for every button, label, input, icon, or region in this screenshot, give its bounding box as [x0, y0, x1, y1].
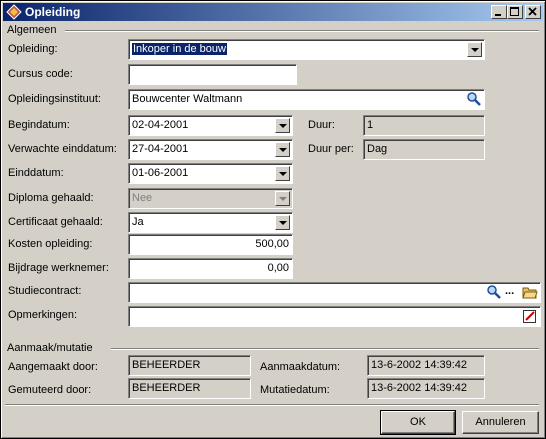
- certificaat-label: Certificaat gehaald:: [8, 216, 103, 228]
- diploma-label: Diploma gehaald:: [8, 192, 94, 204]
- duur-label: Duur:: [308, 119, 335, 131]
- opleiding-label: Opleiding:: [8, 43, 58, 55]
- certificaat-value: Ja: [132, 216, 144, 228]
- chevron-down-icon[interactable]: [275, 142, 290, 157]
- mutatiedatum-field: 13-6-2002 14:39:42: [367, 378, 485, 399]
- dialog-window: Opleiding Algemeen Opleiding: Inkoper in…: [0, 0, 546, 439]
- aangemaakt-door-field: BEHEERDER: [128, 355, 251, 376]
- verwachte-einddatum-value: 27-04-2001: [132, 143, 189, 155]
- begindatum-picker[interactable]: 02-04-2001: [128, 115, 293, 136]
- title-bar[interactable]: Opleiding: [3, 3, 543, 21]
- search-icon[interactable]: [466, 91, 482, 108]
- certificaat-select[interactable]: Ja: [128, 212, 293, 233]
- chevron-down-icon[interactable]: [275, 166, 290, 181]
- kosten-label: Kosten opleiding:: [8, 238, 93, 250]
- chevron-down-icon[interactable]: [275, 118, 290, 133]
- cancel-button[interactable]: Annuleren: [462, 411, 539, 434]
- gemuteerd-door-field: BEHEERDER: [128, 378, 251, 399]
- app-icon: [6, 4, 22, 20]
- verwachte-einddatum-picker[interactable]: 27-04-2001: [128, 139, 293, 160]
- aangemaakt-door-label: Aangemaakt door:: [8, 361, 98, 373]
- ok-button[interactable]: OK: [380, 410, 456, 435]
- section-audit-label: Aanmaak/mutatie: [7, 342, 93, 354]
- close-button[interactable]: [525, 5, 541, 19]
- window-title: Opleiding: [25, 5, 81, 19]
- einddatum-label: Einddatum:: [8, 167, 64, 179]
- bijdrage-input[interactable]: 0,00: [128, 258, 293, 279]
- chevron-down-icon[interactable]: [275, 215, 290, 230]
- section-audit-divider: [111, 348, 539, 350]
- maximize-button[interactable]: [507, 5, 523, 19]
- cursus-code-input[interactable]: [128, 64, 297, 85]
- minimize-icon: [495, 14, 501, 16]
- aanmaakdatum-field: 13-6-2002 14:39:42: [367, 355, 485, 376]
- instituut-value: Bouwcenter Waltmann: [132, 93, 243, 105]
- section-general-divider: [65, 30, 539, 32]
- opmerkingen-label: Opmerkingen:: [8, 309, 78, 321]
- bijdrage-label: Bijdrage werknemer:: [8, 262, 109, 274]
- begindatum-value: 02-04-2001: [132, 119, 189, 131]
- aanmaakdatum-label: Aanmaakdatum:: [260, 361, 341, 373]
- section-general-label: Algemeen: [7, 24, 57, 36]
- browse-button[interactable]: ...: [505, 285, 514, 297]
- opleiding-value: Inkoper in de bouw: [132, 43, 227, 55]
- maximize-icon: [510, 7, 519, 16]
- verwachte-einddatum-label: Verwachte einddatum:: [8, 143, 117, 155]
- diploma-select: Nee: [128, 188, 293, 209]
- opleiding-select[interactable]: Inkoper in de bouw: [128, 39, 485, 60]
- minimize-button[interactable]: [491, 5, 507, 19]
- instituut-field[interactable]: Bouwcenter Waltmann: [128, 89, 485, 110]
- chevron-down-icon: [275, 191, 290, 206]
- mutatiedatum-label: Mutatiedatum:: [260, 384, 330, 396]
- studiecontract-label: Studiecontract:: [8, 285, 82, 297]
- duur-field: 1: [363, 115, 485, 136]
- einddatum-picker[interactable]: 01-06-2001: [128, 163, 293, 184]
- begindatum-label: Begindatum:: [8, 119, 70, 131]
- duur-per-label: Duur per:: [308, 143, 354, 155]
- close-icon: [528, 7, 537, 16]
- diploma-value: Nee: [132, 192, 153, 204]
- duur-per-field: Dag: [363, 139, 485, 160]
- cursus-code-label: Cursus code:: [8, 68, 73, 80]
- opmerkingen-field[interactable]: [128, 306, 541, 327]
- chevron-down-icon[interactable]: [467, 42, 482, 57]
- instituut-label: Opleidingsinstituut:: [8, 93, 101, 105]
- search-icon[interactable]: [486, 284, 502, 301]
- einddatum-value: 01-06-2001: [132, 167, 189, 179]
- folder-open-icon[interactable]: [522, 284, 538, 301]
- edit-icon[interactable]: [522, 308, 538, 325]
- gemuteerd-door-label: Gemuteerd door:: [8, 384, 92, 396]
- footer-divider: [5, 404, 539, 406]
- studiecontract-field[interactable]: [128, 282, 541, 303]
- kosten-input[interactable]: 500,00: [128, 234, 293, 255]
